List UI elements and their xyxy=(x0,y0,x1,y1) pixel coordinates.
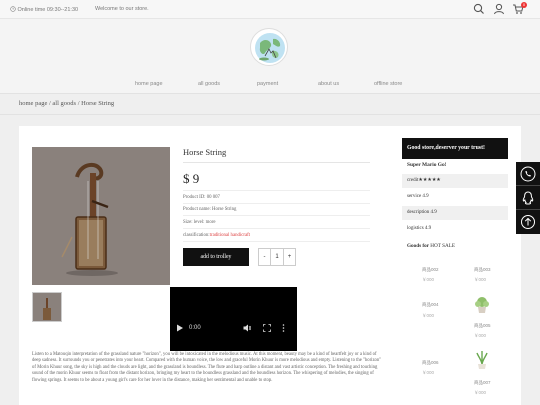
nav-divider xyxy=(0,93,540,94)
video-player[interactable]: 0:00 xyxy=(170,287,297,351)
nav-all-goods[interactable]: all goods xyxy=(198,81,220,87)
back-to-top-icon xyxy=(521,215,535,229)
mute-icon[interactable] xyxy=(243,324,251,332)
user-icon[interactable] xyxy=(493,3,505,15)
nav-payment[interactable]: payment xyxy=(257,81,278,87)
breadcrumb-category[interactable]: all goods xyxy=(52,100,76,107)
hot-sale-heading: Goods for HOT SALE xyxy=(407,243,455,249)
product-size: Size: level: more xyxy=(183,220,216,225)
phone-button[interactable] xyxy=(516,162,540,186)
product-name: Product name: Horse String xyxy=(183,207,237,212)
goods-label: Goods for xyxy=(407,243,429,249)
online-hours-text: Online time 09:30--21:30 xyxy=(17,7,79,13)
qq-icon xyxy=(522,191,534,205)
goods-item-name[interactable]: 商品004 xyxy=(422,302,439,308)
goods-item-price: ￥000 xyxy=(474,277,487,282)
search-icon[interactable] xyxy=(473,3,485,15)
online-hours: Online time 09:30--21:30 xyxy=(10,6,78,13)
nav-home[interactable]: home page xyxy=(135,81,163,87)
clock-icon xyxy=(10,6,16,12)
cart-count-badge: 0 xyxy=(521,2,527,8)
play-icon[interactable] xyxy=(176,324,184,332)
welcome-text: Welcome to our store. xyxy=(95,6,149,12)
breadcrumb-current: Horse String xyxy=(81,100,115,107)
goods-item-image[interactable] xyxy=(472,295,492,315)
floating-contact-bar xyxy=(516,162,540,234)
more-options-icon[interactable] xyxy=(282,324,285,332)
add-to-trolley-button[interactable]: add to trolley xyxy=(183,248,249,266)
nav-offline-store[interactable]: offline store xyxy=(374,81,402,87)
product-main-image[interactable] xyxy=(32,147,170,285)
breadcrumb: home page / all goods / Horse String xyxy=(19,100,114,107)
store-service: service 4.9 xyxy=(407,194,429,199)
phone-icon xyxy=(520,166,536,182)
breadcrumb-home[interactable]: home page xyxy=(19,100,47,107)
breadcrumb-separator: / xyxy=(48,100,51,107)
product-price: $ 9 xyxy=(183,171,199,187)
qty-input[interactable]: 1 xyxy=(271,249,283,265)
price-currency: $ xyxy=(183,171,190,186)
qty-plus-button[interactable]: + xyxy=(283,249,295,265)
qq-button[interactable] xyxy=(516,186,540,210)
info-divider xyxy=(183,203,370,204)
goods-item-price: ￥000 xyxy=(422,370,435,375)
globe-logo-icon[interactable] xyxy=(250,28,288,66)
product-title: Horse String xyxy=(183,147,227,157)
top-bar: Online time 09:30--21:30 Welcome to our … xyxy=(0,0,540,19)
info-divider xyxy=(183,215,370,216)
classification-value[interactable]: traditional handicraft xyxy=(210,233,250,238)
info-divider xyxy=(183,241,370,242)
info-divider xyxy=(183,190,370,191)
goods-item-price: ￥000 xyxy=(422,313,435,318)
goods-item-name[interactable]: 商品003 xyxy=(474,267,491,273)
goods-item-name[interactable]: 商品005 xyxy=(474,323,491,329)
breadcrumb-divider xyxy=(0,114,540,115)
store-credit: credit★★★★★ xyxy=(402,174,508,188)
store-description: description 4.9 xyxy=(402,206,508,220)
back-to-top-button[interactable] xyxy=(516,210,540,234)
fullscreen-icon[interactable] xyxy=(263,324,271,332)
goods-item-price: ￥000 xyxy=(474,390,487,395)
goods-item-name[interactable]: 商品002 xyxy=(422,267,439,273)
goods-item-price: ￥000 xyxy=(474,333,487,338)
store-name[interactable]: Super Mario Go! xyxy=(407,162,446,168)
goods-item-price: ￥000 xyxy=(422,277,435,282)
goods-item-image[interactable] xyxy=(474,350,490,370)
product-classification: classification:traditional handicraft xyxy=(183,233,250,238)
breadcrumb-separator: / xyxy=(77,100,80,107)
goods-sub: HOT SALE xyxy=(430,243,456,249)
info-divider xyxy=(183,228,370,229)
product-description: Listen to a Matouqin interpretation of t… xyxy=(32,352,382,383)
goods-item-name[interactable]: 商品006 xyxy=(422,360,439,366)
qty-minus-button[interactable]: - xyxy=(259,249,271,265)
title-divider xyxy=(183,162,370,163)
quantity-stepper: - 1 + xyxy=(258,248,296,266)
goods-item-name[interactable]: 商品007 xyxy=(474,380,491,386)
product-thumbnail[interactable] xyxy=(32,292,62,322)
classification-label: classification: xyxy=(183,233,210,238)
sidebar-header: Good store,deserver your trust! xyxy=(402,138,508,159)
nav-about-us[interactable]: about us xyxy=(318,81,339,87)
product-id: Product ID: 00 007 xyxy=(183,195,220,200)
main-nav: home page all goods payment about us off… xyxy=(0,79,540,89)
price-value: 9 xyxy=(192,171,200,186)
video-time: 0:00 xyxy=(189,325,201,331)
store-logistics: logistics 4.9 xyxy=(407,226,432,231)
